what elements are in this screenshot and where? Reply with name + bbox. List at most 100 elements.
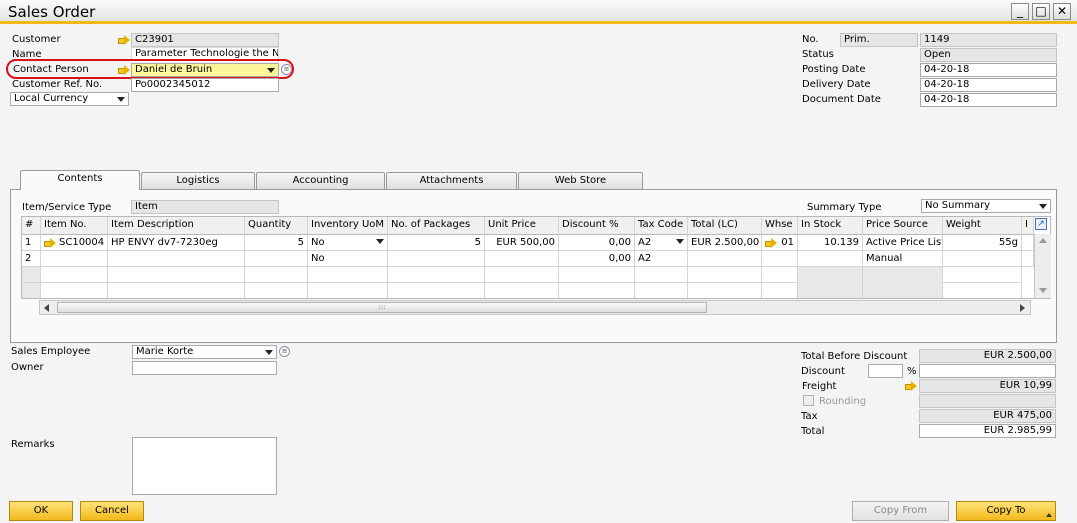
link-arrow-icon[interactable] xyxy=(905,381,917,391)
total-before-discount-label: Total Before Discount xyxy=(801,351,908,362)
table-cell[interactable]: 2 xyxy=(22,251,41,267)
link-arrow-icon[interactable] xyxy=(765,238,777,248)
table-cell[interactable]: 55g xyxy=(943,235,1022,251)
sales-employee-select[interactable]: Marie Korte xyxy=(132,345,277,359)
vertical-scrollbar[interactable] xyxy=(1034,234,1051,298)
table-cell[interactable]: HP ENVY dv7-7230eg xyxy=(108,235,245,251)
col-header[interactable]: I xyxy=(1022,217,1034,235)
table-cell[interactable]: Active Price List xyxy=(863,235,943,251)
col-header[interactable]: Weight xyxy=(943,217,1022,235)
table-cell[interactable] xyxy=(688,251,762,267)
rounding-label: Rounding xyxy=(819,396,867,407)
table-cell[interactable] xyxy=(1022,251,1034,267)
remarks-textarea[interactable] xyxy=(132,437,277,495)
table-cell[interactable]: EUR 500,00 xyxy=(485,235,559,251)
col-header[interactable]: Quantity xyxy=(245,217,308,235)
table-cell[interactable]: No xyxy=(308,251,388,267)
col-header[interactable]: Item No. xyxy=(41,217,108,235)
table-cell[interactable]: Manual xyxy=(863,251,943,267)
remarks-label: Remarks xyxy=(11,439,55,450)
customer-ref-field[interactable]: Po0002345012 xyxy=(131,78,279,92)
document-date-field[interactable]: 04-20-18 xyxy=(920,93,1057,107)
table-cell[interactable]: 5 xyxy=(245,235,308,251)
expand-icon[interactable]: ↗ xyxy=(1035,218,1047,230)
col-header[interactable]: # xyxy=(22,217,41,235)
col-header[interactable]: In Stock xyxy=(798,217,863,235)
col-header[interactable]: Tax Code xyxy=(635,217,688,235)
table-cell[interactable] xyxy=(798,251,863,267)
scroll-right-icon[interactable] xyxy=(1020,304,1025,312)
col-header[interactable]: Item Description xyxy=(108,217,245,235)
table-cell[interactable]: A2 xyxy=(635,251,688,267)
link-arrow-icon[interactable] xyxy=(44,238,56,248)
discount-percent-field[interactable] xyxy=(868,364,903,378)
list-icon[interactable]: ≡ xyxy=(279,346,290,357)
tab-logistics[interactable]: Logistics xyxy=(141,172,255,189)
maximize-button[interactable]: □ xyxy=(1032,3,1050,20)
col-header[interactable]: Total (LC) xyxy=(688,217,762,235)
copy-from-button[interactable]: Copy From xyxy=(852,501,949,521)
horizontal-scrollbar[interactable]: ::: xyxy=(39,300,1031,315)
table-cell[interactable] xyxy=(245,251,308,267)
col-header[interactable]: Whse xyxy=(762,217,798,235)
table-cell xyxy=(22,267,41,283)
tab-contents[interactable]: Contents xyxy=(20,170,140,190)
tab-attachments[interactable]: Attachments xyxy=(386,172,517,189)
table-cell[interactable]: A2 xyxy=(635,235,688,251)
owner-label: Owner xyxy=(11,362,44,373)
tab-accounting[interactable]: Accounting xyxy=(256,172,385,189)
scroll-up-icon[interactable] xyxy=(1039,238,1047,243)
table-cell[interactable]: 5 xyxy=(388,235,485,251)
scroll-thumb[interactable]: ::: xyxy=(57,302,707,313)
table-cell[interactable]: 1 xyxy=(22,235,41,251)
col-header[interactable]: Discount % xyxy=(559,217,635,235)
table-cell[interactable]: 0,00 xyxy=(559,251,635,267)
table-cell[interactable]: 0,00 xyxy=(559,235,635,251)
col-header[interactable]: Unit Price xyxy=(485,217,559,235)
table-cell[interactable] xyxy=(762,251,798,267)
col-header[interactable]: Inventory UoM xyxy=(308,217,388,235)
table-cell xyxy=(863,267,943,298)
title-bar xyxy=(0,0,1077,24)
list-icon[interactable]: ≡ xyxy=(281,64,292,75)
scroll-down-icon[interactable] xyxy=(1039,288,1047,293)
discount-amount-field[interactable] xyxy=(919,364,1056,378)
summary-type-select[interactable]: No Summary xyxy=(921,199,1051,213)
close-button[interactable]: ✕ xyxy=(1053,3,1071,20)
table-cell[interactable] xyxy=(485,251,559,267)
copy-to-button[interactable]: Copy To xyxy=(956,501,1056,521)
table-cell[interactable]: EUR 2.500,00 xyxy=(688,235,762,251)
delivery-date-field[interactable]: 04-20-18 xyxy=(920,78,1057,92)
link-arrow-icon[interactable] xyxy=(118,35,130,45)
item-service-type-field[interactable]: Item xyxy=(131,200,279,214)
rounding-checkbox[interactable] xyxy=(803,395,814,406)
table-cell[interactable] xyxy=(41,251,108,267)
col-header[interactable]: No. of Packages xyxy=(388,217,485,235)
table-cell[interactable]: 10.139 xyxy=(798,235,863,251)
contact-person-select[interactable]: Daniel de Bruin xyxy=(131,63,279,77)
sales-employee-label: Sales Employee xyxy=(11,346,91,357)
owner-field[interactable] xyxy=(132,361,277,375)
window-title: Sales Order xyxy=(8,3,96,21)
link-arrow-icon[interactable] xyxy=(118,65,130,75)
table-cell[interactable] xyxy=(943,251,1022,267)
doc-number-field[interactable]: 1149 xyxy=(920,33,1057,47)
scroll-left-icon[interactable] xyxy=(44,304,49,312)
currency-select[interactable]: Local Currency xyxy=(10,92,129,106)
table-cell[interactable] xyxy=(1022,235,1034,251)
series-field[interactable]: Prim. xyxy=(840,33,918,47)
minimize-button[interactable]: _ xyxy=(1011,3,1029,20)
col-header[interactable]: Price Source xyxy=(863,217,943,235)
items-table: # Item No. Item Description Quantity Inv… xyxy=(21,216,1051,299)
ok-button[interactable]: OK xyxy=(9,501,73,521)
table-cell xyxy=(485,267,559,283)
customer-field[interactable]: C23901 xyxy=(131,33,279,47)
table-cell[interactable] xyxy=(108,251,245,267)
item-service-type-label: Item/Service Type xyxy=(22,202,112,213)
tab-web-store[interactable]: Web Store xyxy=(518,172,643,189)
cancel-button[interactable]: Cancel xyxy=(80,501,144,521)
table-cell[interactable]: No xyxy=(308,235,388,251)
table-cell[interactable] xyxy=(388,251,485,267)
freight-field[interactable]: EUR 10,99 xyxy=(919,379,1056,393)
posting-date-field[interactable]: 04-20-18 xyxy=(920,63,1057,77)
